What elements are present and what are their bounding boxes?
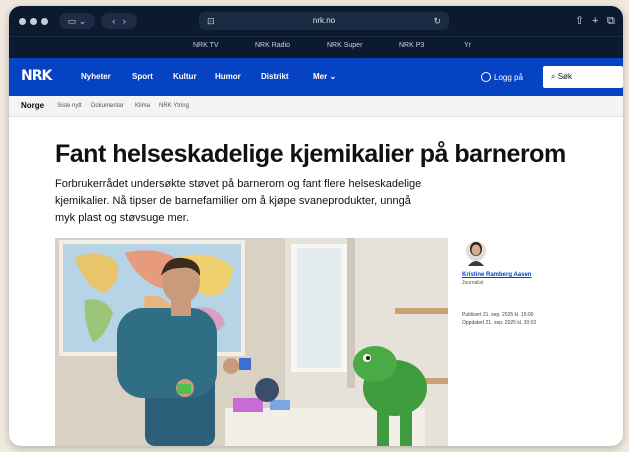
nav-item-mer-label: Mer <box>313 72 328 81</box>
search-label: Søk <box>557 72 572 81</box>
author-role: Journalist <box>462 280 484 286</box>
nav-item-mer[interactable]: Mer ⌄ <box>313 72 336 81</box>
article-headline: Fant helseskadelige kjemikalier på barne… <box>55 140 566 168</box>
tab-overview-icon[interactable]: ⧉ <box>607 14 615 28</box>
minimize-window-dot[interactable] <box>30 18 37 25</box>
service-link-nrk-radio[interactable]: NRK Radio <box>255 42 290 49</box>
article-photo-illustration <box>55 238 448 446</box>
service-link-yr[interactable]: Yr <box>464 42 471 49</box>
subnav-item-klima[interactable]: Klima <box>135 103 150 109</box>
service-link-nrk-p3[interactable]: NRK P3 <box>399 42 424 49</box>
section-title[interactable]: Norge <box>21 101 44 110</box>
page-settings-icon[interactable]: ⊡ <box>207 12 215 30</box>
login-label: Logg på <box>494 73 523 82</box>
service-link-nrk-tv[interactable]: NRK TV <box>193 42 219 49</box>
service-link-nrk-super[interactable]: NRK Super <box>327 42 362 49</box>
nrk-services-bar: NRK TV NRK Radio NRK Super NRK P3 Yr <box>9 36 623 59</box>
nrk-logo[interactable]: NRK <box>21 68 52 84</box>
chevron-down-icon: ⌄ <box>329 72 337 81</box>
author-avatar[interactable] <box>465 240 487 266</box>
subnav-item-nrk-ytring[interactable]: NRK Ytring <box>159 103 189 109</box>
subnav-item-dokumentar[interactable]: Dokumentar <box>91 103 124 109</box>
close-window-dot[interactable] <box>19 18 26 25</box>
url-text: nrk.no <box>312 16 336 25</box>
reload-icon[interactable]: ↻ <box>433 12 441 30</box>
published-timestamp: Publisert 21. sep. 2025 kl. 15:00 <box>462 312 534 318</box>
updated-timestamp: Oppdatert 21. sep. 2025 kl. 20:02 <box>462 320 537 326</box>
search-icon: ⌕ <box>551 72 556 81</box>
browser-toolbar: ▭ ⌄ ‹ › ⊡ nrk.no ↻ ⇧ + ⧉ <box>9 6 623 36</box>
search-button[interactable]: ⌕ Søk <box>543 66 623 88</box>
user-icon <box>481 72 491 82</box>
nav-item-distrikt[interactable]: Distrikt <box>261 72 289 81</box>
sidebar-toggle-button[interactable]: ▭ ⌄ <box>59 13 95 29</box>
article-lead: Forbrukerrådet undersøkte støvet på barn… <box>55 178 422 224</box>
subnav-item-siste-nytt[interactable]: Siste nytt <box>57 103 82 109</box>
nav-item-kultur[interactable]: Kultur <box>173 72 197 81</box>
new-tab-icon[interactable]: + <box>592 14 598 28</box>
nav-item-nyheter[interactable]: Nyheter <box>81 72 111 81</box>
address-bar[interactable]: ⊡ nrk.no ↻ <box>199 12 449 30</box>
section-subnav: Norge Siste nytt Dokumentar Klima NRK Yt… <box>9 96 623 117</box>
article-photo[interactable] <box>55 238 448 446</box>
zoom-window-dot[interactable] <box>41 18 48 25</box>
nav-item-sport[interactable]: Sport <box>132 72 153 81</box>
back-forward-buttons[interactable]: ‹ › <box>101 13 137 29</box>
main-navigation: NRK Nyheter Sport Kultur Humor Distrikt … <box>9 58 623 96</box>
author-name[interactable]: Kristine Ramberg Aasen <box>462 272 531 278</box>
login-link[interactable]: Logg på <box>481 72 523 82</box>
share-icon[interactable]: ⇧ <box>575 14 584 28</box>
nav-item-humor[interactable]: Humor <box>215 72 241 81</box>
browser-window: ▭ ⌄ ‹ › ⊡ nrk.no ↻ ⇧ + ⧉ NRK TV NRK Radi… <box>9 6 623 446</box>
